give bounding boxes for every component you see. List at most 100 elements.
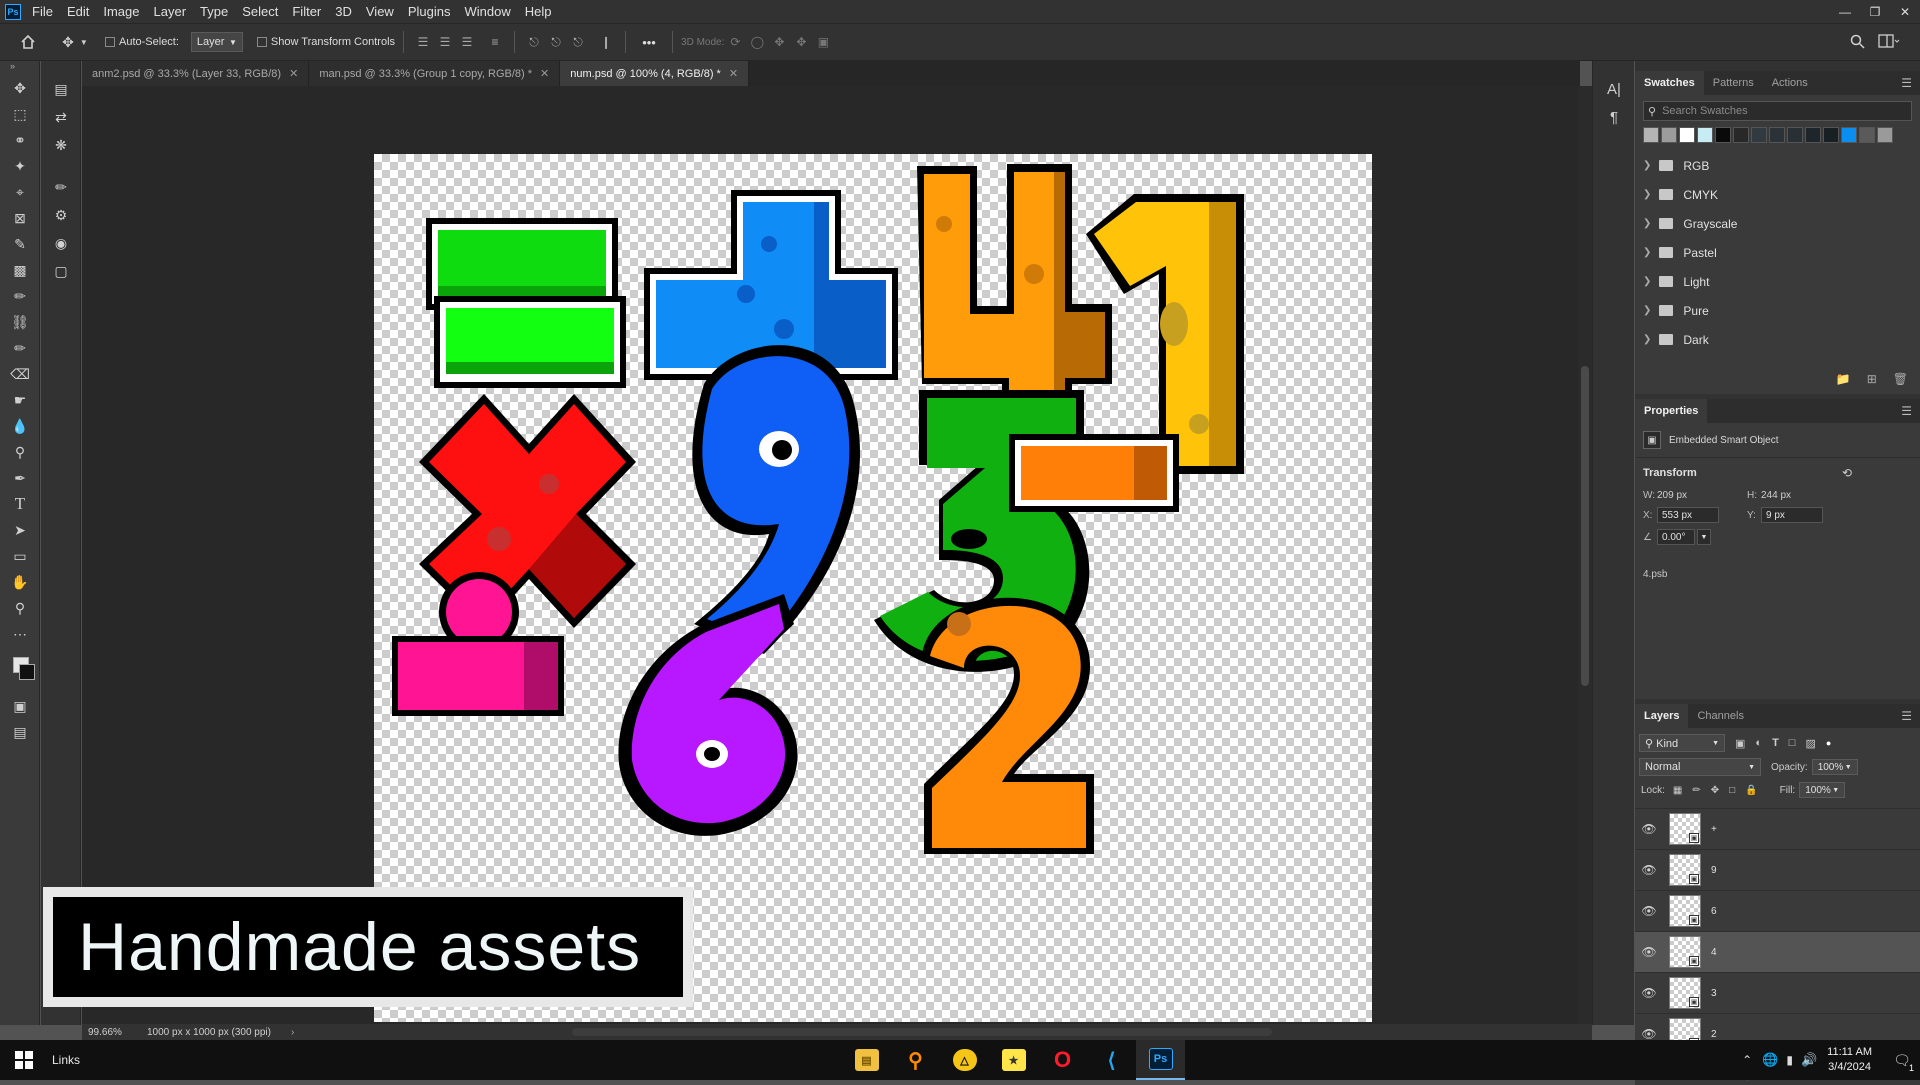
menu-select[interactable]: Select [235,0,285,23]
menu-plugins[interactable]: Plugins [401,0,458,23]
workspace-icon[interactable] [1878,34,1900,51]
color-swatch[interactable] [1859,127,1875,143]
distribute-icon[interactable]: ≡ [488,35,502,49]
screen-mode-icon[interactable]: ▤ [0,719,40,745]
align-bottom-icon[interactable]: ⎋ [571,35,585,49]
vertical-scrollbar[interactable] [1578,86,1592,1024]
layer-row[interactable]: 👁 ▣ 3 [1635,973,1920,1014]
hand-tool-icon[interactable]: ✋ [0,569,40,595]
zoom-level[interactable]: 99.66% [82,1027,127,1038]
panel-menu-icon[interactable]: ☰ [1901,404,1912,418]
notification-center-icon[interactable]: 🗨 1 [1884,1040,1920,1080]
crop-tool-icon[interactable]: ⌖ [0,179,40,205]
sticky-notes-icon[interactable]: ★ [989,1040,1038,1080]
color-swatch[interactable] [1643,127,1659,143]
tab-patterns[interactable]: Patterns [1704,71,1763,95]
magic-wand-tool-icon[interactable]: ✦ [0,153,40,179]
menu-3d[interactable]: 3D [328,0,359,23]
color-swatch[interactable] [1733,127,1749,143]
visibility-eye-icon[interactable]: 👁 [1635,986,1663,1000]
search-icon[interactable] [1850,34,1865,52]
quick-mask-icon[interactable]: ▣ [0,693,40,719]
background-color[interactable] [19,664,35,680]
tab-man[interactable]: man.psd @ 33.3% (Group 1 copy, RGB/8) * ✕ [309,61,561,86]
lock-position-icon[interactable]: ✥ [1711,785,1719,796]
visibility-eye-icon[interactable]: 👁 [1635,1027,1663,1041]
opacity-field[interactable]: 100% ▼ [1811,759,1858,775]
color-swatch[interactable] [1679,127,1695,143]
visibility-eye-icon[interactable]: 👁 [1635,904,1663,918]
menu-type[interactable]: Type [193,0,235,23]
adjustments-icon[interactable]: ⚙ [41,201,81,229]
color-swatch[interactable] [1751,127,1767,143]
lock-pixels-icon[interactable]: ✏ [1692,785,1700,796]
rectangle-tool-icon[interactable]: ▭ [0,543,40,569]
restore-icon[interactable]: ❐ [1860,0,1890,23]
puppet-warp-icon[interactable]: ❋ [41,131,81,159]
character-panel-icon[interactable]: A| [1593,75,1635,103]
folder-dark[interactable]: ❯ Dark [1635,325,1920,354]
angle-field[interactable]: 0.00° [1657,529,1695,545]
panel-menu-icon[interactable]: ☰ [1901,76,1912,90]
paragraph-panel-icon[interactable]: ¶ [1593,103,1635,131]
close-icon[interactable]: ✕ [1890,0,1920,23]
clone-stamp-tool-icon[interactable]: ⛓ [0,309,40,335]
photoshop-logo-icon[interactable]: Ps [5,3,21,20]
folder-pastel[interactable]: ❯ Pastel [1635,238,1920,267]
minimize-icon[interactable]: — [1830,0,1860,23]
file-explorer-icon[interactable]: ▤ [842,1040,891,1080]
visibility-eye-icon[interactable]: 👁 [1635,945,1663,959]
lock-artboard-icon[interactable]: □ [1729,785,1735,796]
tab-properties[interactable]: Properties [1635,399,1708,423]
horizontal-scrollbar[interactable] [572,1028,1272,1036]
drag-3d-icon[interactable]: ✥ [772,35,786,49]
opera-browser-icon[interactable]: O [1038,1040,1087,1080]
tab-layers[interactable]: Layers [1635,704,1689,728]
blur-tool-icon[interactable]: 💧 [0,413,40,439]
filter-toggle-icon[interactable]: ● [1826,738,1831,748]
color-swatch[interactable] [1661,127,1677,143]
layer-row[interactable]: 👁 ▣ 9 [1635,850,1920,891]
color-swatch[interactable] [1877,127,1893,143]
healing-brush-tool-icon[interactable]: ▩ [0,257,40,283]
menu-layer[interactable]: Layer [147,0,194,23]
align-top-icon[interactable]: ⎋ [527,35,541,49]
slide-3d-icon[interactable]: ✥ [794,35,808,49]
clock[interactable]: 11:11 AM 3/4/2024 [1827,1045,1872,1075]
color-swatch[interactable] [1715,127,1731,143]
path-selection-tool-icon[interactable]: ➤ [0,517,40,543]
eyedropper-tool-icon[interactable]: ✎ [0,231,40,257]
dodge-tool-icon[interactable]: ⚲ [0,439,40,465]
roll-3d-icon[interactable]: ◯ [750,35,764,49]
camera-3d-icon[interactable]: ▣ [816,35,830,49]
close-tab-icon[interactable]: ✕ [540,67,549,80]
zoom-tool-icon[interactable]: ⚲ [0,595,40,621]
auto-select-dropdown[interactable]: Layer ▼ [190,32,243,52]
menu-filter[interactable]: Filter [285,0,328,23]
home-icon[interactable] [0,34,55,50]
layer-row[interactable]: 👁 ▣ + [1635,809,1920,850]
collapse-icon[interactable]: » [0,61,39,75]
tab-actions[interactable]: Actions [1763,71,1817,95]
search-app-icon[interactable]: ⚲ [891,1040,940,1080]
swatch-search-input[interactable]: ⚲ Search Swatches [1643,101,1912,121]
height-value[interactable]: 244 px [1761,490,1791,501]
type-tool-icon[interactable]: T [0,491,40,517]
layer-row[interactable]: 👁 ▣ 6 [1635,891,1920,932]
menu-window[interactable]: Window [457,0,517,23]
orbit-3d-icon[interactable]: ⟳ [728,35,742,49]
app-triangle-icon[interactable]: △ [940,1040,989,1080]
layer-row-selected[interactable]: 👁 ▣ 4 [1635,932,1920,973]
visibility-eye-icon[interactable]: 👁 [1635,863,1663,877]
pen-tool-icon[interactable]: ✒ [0,465,40,491]
history-brush-tool-icon[interactable]: ✏ [0,335,40,361]
align-center-icon[interactable]: ☰ [438,35,452,49]
menu-view[interactable]: View [359,0,401,23]
battery-icon[interactable]: ▮ [1786,1053,1793,1067]
tab-swatches[interactable]: Swatches [1635,71,1704,95]
frame-tool-icon[interactable]: ⊠ [0,205,40,231]
canvas-area[interactable]: Handmade assets [43,86,1580,1024]
move-tool-preset-icon[interactable]: ✥ ▼ [55,34,95,51]
color-swatch[interactable] [1823,127,1839,143]
reset-transform-icon[interactable]: ⟲ [1842,466,1852,480]
